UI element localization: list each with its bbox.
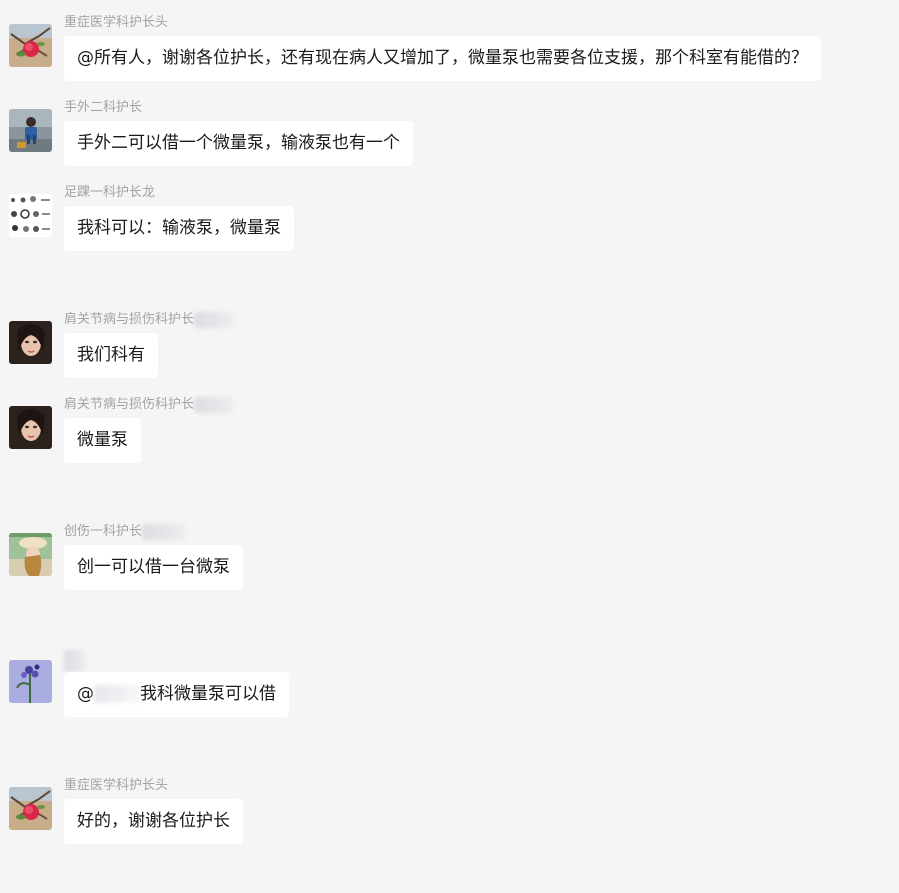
redacted-text: [142, 523, 187, 540]
message-bubble[interactable]: 微量泵: [64, 418, 141, 463]
woman-portrait-avatar[interactable]: [9, 321, 52, 364]
message-bubble[interactable]: @所有人，谢谢各位护长，还有现在病人又增加了，微量泵也需要各位支援，那个科室有能…: [64, 36, 821, 81]
sender-name: 足踝一科护长龙: [64, 185, 156, 200]
redacted-text: [194, 311, 235, 328]
chat-message-list[interactable]: 重症医学科护长头 @所有人，谢谢各位护长，还有现在病人又增加了，微量泵也需要各位…: [0, 0, 899, 893]
message-text: 创一可以借一台微泵: [77, 557, 230, 577]
red-flower-avatar[interactable]: [9, 787, 52, 830]
red-flower-avatar[interactable]: [9, 24, 52, 67]
sender-name: 肩关节病与损伤科护长: [64, 396, 235, 414]
message-text: 微量泵: [77, 430, 128, 450]
redacted-mention: [94, 685, 140, 703]
message-bubble[interactable]: 我科可以：输液泵，微量泵: [64, 206, 294, 251]
message-text: 手外二可以借一个微量泵，输液泵也有一个: [77, 133, 400, 153]
redacted-text: [64, 650, 86, 672]
woman-portrait-avatar[interactable]: [9, 406, 52, 449]
message-text: 我科可以：输液泵，微量泵: [77, 218, 281, 238]
message-text: 我科微量泵可以借: [140, 684, 276, 704]
sender-name: 手外二科护长: [64, 100, 143, 115]
sender-name: 肩关节病与损伤科护长: [64, 311, 235, 329]
emoji-grid-avatar[interactable]: [9, 194, 52, 237]
message-text: @所有人，谢谢各位护长，还有现在病人又增加了，微量泵也需要各位支援，那个科室有能…: [77, 48, 808, 68]
message-bubble[interactable]: 好的，谢谢各位护长: [64, 799, 243, 844]
message-text: 我们科有: [77, 345, 145, 365]
sender-name: [64, 650, 86, 672]
sender-name: 创伤一科护长: [64, 523, 187, 541]
message-bubble[interactable]: 手外二可以借一个微量泵，输液泵也有一个: [64, 121, 413, 166]
message-bubble[interactable]: 我们科有: [64, 333, 158, 378]
sender-name: 重症医学科护长头: [64, 778, 169, 793]
redacted-text: [194, 396, 235, 413]
sender-name: 重症医学科护长头: [64, 15, 169, 30]
mention-prefix: @: [77, 684, 94, 704]
message-bubble[interactable]: @ 我科微量泵可以借: [64, 672, 289, 717]
message-bubble[interactable]: 创一可以借一台微泵: [64, 545, 243, 590]
child-photo-avatar[interactable]: [9, 109, 52, 152]
purple-flower-avatar[interactable]: [9, 660, 52, 703]
girl-hat-avatar[interactable]: [9, 533, 52, 576]
message-text: 好的，谢谢各位护长: [77, 811, 230, 831]
